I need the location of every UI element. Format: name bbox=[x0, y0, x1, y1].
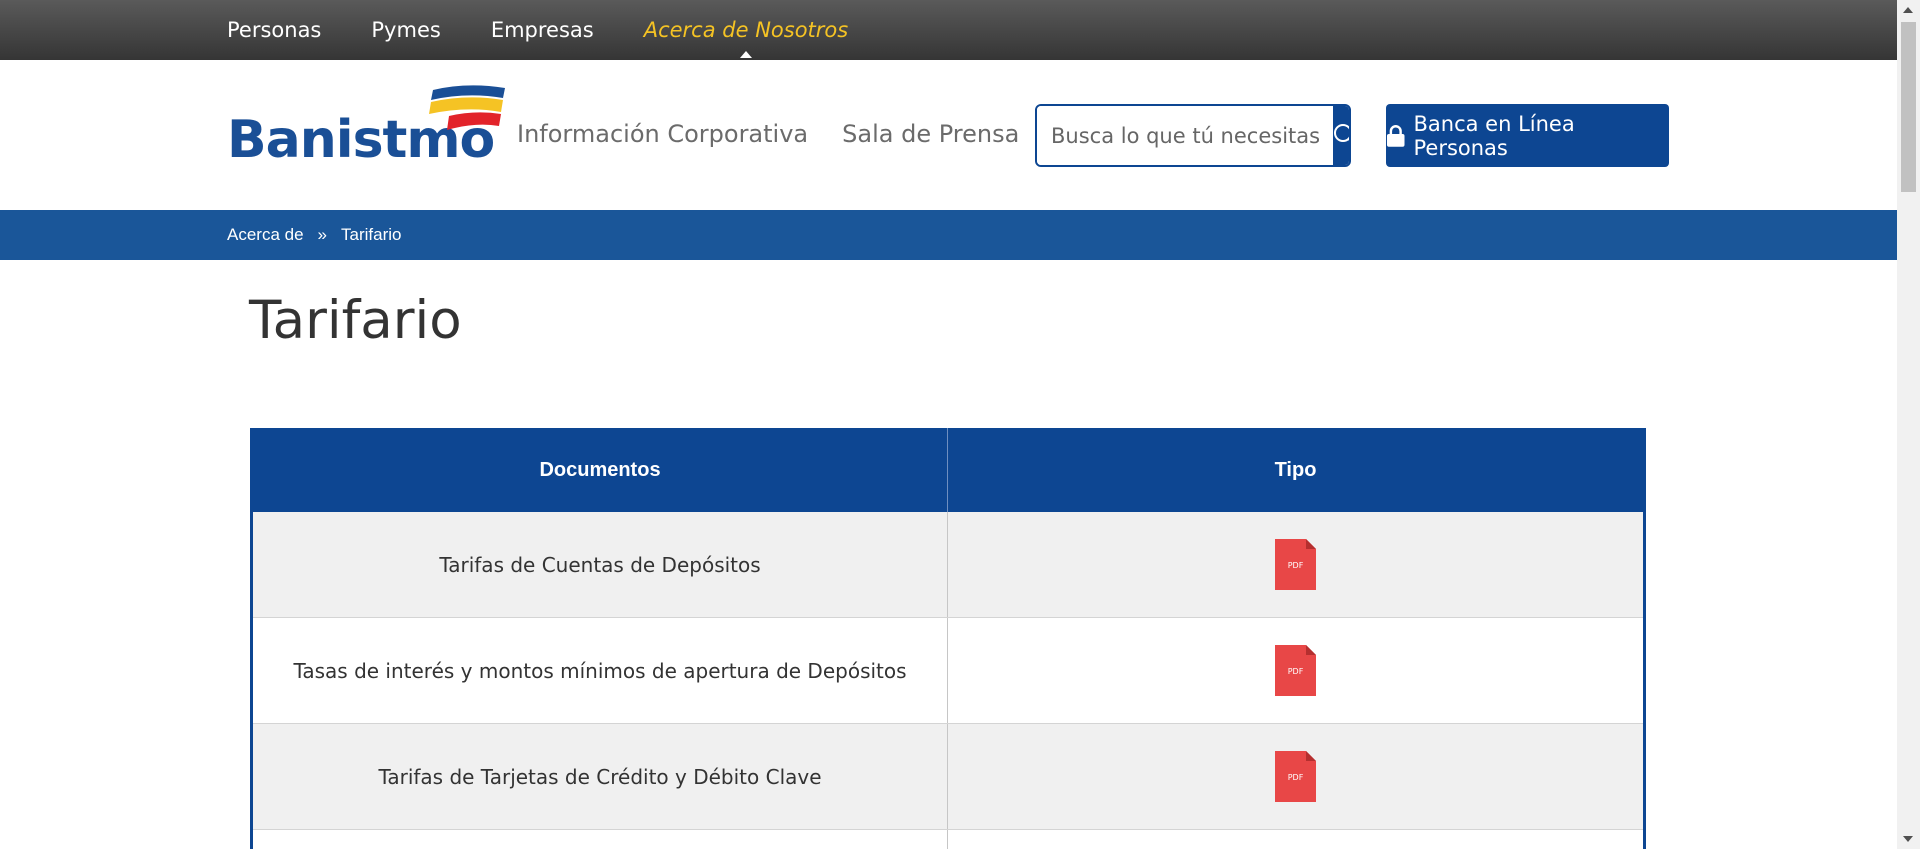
nav-sala-de-prensa[interactable]: Sala de Prensa bbox=[842, 120, 1019, 148]
lock-icon bbox=[1386, 124, 1405, 147]
top-nav-empresas[interactable]: Empresas bbox=[491, 18, 594, 42]
top-nav-acerca-de-nosotros[interactable]: Acerca de Nosotros bbox=[644, 18, 848, 58]
page-title: Tarifario bbox=[249, 290, 462, 351]
search-input[interactable] bbox=[1037, 106, 1333, 165]
pdf-download-link[interactable]: PDF bbox=[1275, 539, 1316, 590]
banca-button-label: Banca en Línea Personas bbox=[1413, 111, 1575, 160]
table-row bbox=[253, 830, 1643, 849]
site-header: Banistmo Información Corporativa Sala de… bbox=[0, 60, 1897, 210]
main-nav: Información Corporativa Sala de Prensa bbox=[517, 120, 1053, 148]
breadcrumb-acerca-de[interactable]: Acerca de bbox=[227, 225, 304, 245]
breadcrumb-separator: » bbox=[317, 225, 328, 244]
banistmo-logo[interactable]: Banistmo bbox=[227, 84, 505, 170]
scroll-down-arrow-icon[interactable] bbox=[1903, 836, 1913, 842]
breadcrumb: Acerca de » Tarifario bbox=[227, 210, 401, 260]
logo-flag-icon bbox=[429, 85, 505, 130]
table-row: Tarifas de Tarjetas de Crédito y Débito … bbox=[253, 724, 1643, 830]
top-nav-pymes[interactable]: Pymes bbox=[371, 18, 440, 42]
top-nav-personas[interactable]: Personas bbox=[227, 18, 321, 42]
document-type-cell: PDF bbox=[948, 724, 1643, 829]
search-button[interactable] bbox=[1333, 106, 1349, 165]
document-name-partial bbox=[253, 830, 948, 849]
pdf-download-link[interactable]: PDF bbox=[1275, 751, 1316, 802]
document-type-cell: PDF bbox=[948, 512, 1643, 617]
search-box bbox=[1035, 104, 1351, 167]
top-nav-bar: Personas Pymes Empresas Acerca de Nosotr… bbox=[0, 0, 1897, 60]
top-nav: Personas Pymes Empresas Acerca de Nosotr… bbox=[227, 0, 898, 60]
pdf-label: PDF bbox=[1287, 773, 1304, 782]
breadcrumb-bar: Acerca de » Tarifario bbox=[0, 210, 1897, 260]
document-type-cell: PDF bbox=[948, 618, 1643, 723]
pdf-label: PDF bbox=[1287, 561, 1304, 570]
breadcrumb-current: Tarifario bbox=[341, 225, 402, 244]
table-body: Tarifas de Cuentas de Depósitos PDF Tasa… bbox=[253, 512, 1643, 849]
nav-informacion-corporativa[interactable]: Información Corporativa bbox=[517, 120, 808, 148]
document-name: Tarifas de Tarjetas de Crédito y Débito … bbox=[253, 724, 948, 829]
pdf-download-link[interactable]: PDF bbox=[1275, 645, 1316, 696]
banca-en-linea-button[interactable]: Banca en Línea Personas bbox=[1386, 104, 1669, 167]
scroll-up-arrow-icon[interactable] bbox=[1903, 7, 1913, 13]
scroll-thumb[interactable] bbox=[1901, 22, 1916, 192]
document-type-partial bbox=[948, 830, 1643, 849]
tarifario-table: Documentos Tipo Tarifas de Cuentas de De… bbox=[250, 428, 1646, 849]
search-icon bbox=[1334, 123, 1349, 142]
document-name: Tarifas de Cuentas de Depósitos bbox=[253, 512, 948, 617]
table-row: Tasas de interés y montos mínimos de ape… bbox=[253, 618, 1643, 724]
header-tipo: Tipo bbox=[1274, 458, 1317, 481]
table-row: Tarifas de Cuentas de Depósitos PDF bbox=[253, 512, 1643, 618]
header-documentos: Documentos bbox=[253, 428, 948, 512]
pdf-label: PDF bbox=[1287, 667, 1304, 676]
table-header: Documentos Tipo bbox=[253, 428, 1643, 512]
page-scrollbar[interactable] bbox=[1897, 0, 1920, 849]
document-name: Tasas de interés y montos mínimos de ape… bbox=[253, 618, 948, 723]
